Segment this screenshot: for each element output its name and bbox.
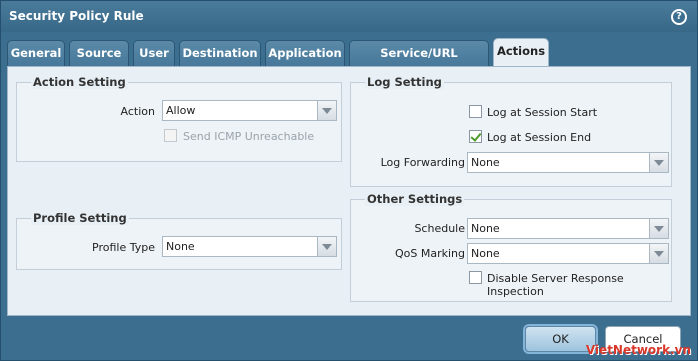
watermark: VietNetwork.vn (585, 343, 691, 357)
schedule-label: Schedule (414, 222, 465, 235)
help-icon[interactable]: ? (671, 9, 687, 25)
log-session-end-label: Log at Session End (487, 131, 592, 144)
log-forwarding-label: Log Forwarding (380, 156, 465, 169)
send-icmp-checkbox[interactable] (164, 129, 177, 142)
actions-panel: Action Setting Action Allow Send ICMP Un… (7, 66, 691, 316)
send-icmp-label: Send ICMP Unreachable (183, 130, 315, 143)
tab-application[interactable]: Application (265, 40, 345, 66)
action-value: Allow (166, 104, 196, 117)
schedule-select[interactable]: None (467, 218, 669, 239)
other-settings-legend: Other Settings (365, 192, 465, 206)
other-settings-group: Other Settings Schedule None QoS Marking… (350, 192, 672, 302)
action-select[interactable]: Allow (162, 100, 337, 121)
qos-marking-label: QoS Marking (394, 247, 465, 260)
profile-setting-group: Profile Setting Profile Type None (16, 211, 342, 270)
dialog-title: Security Policy Rule (9, 9, 144, 23)
log-session-start-label: Log at Session Start (487, 106, 598, 119)
title-bar[interactable]: Security Policy Rule ? (1, 1, 697, 32)
action-label: Action (120, 105, 155, 118)
chevron-down-icon[interactable] (649, 219, 668, 238)
log-setting-group: Log Setting Log at Session Start Log at … (350, 75, 672, 187)
tab-general[interactable]: General (7, 40, 65, 66)
tab-actions[interactable]: Actions (493, 38, 549, 67)
tab-source[interactable]: Source (69, 40, 129, 66)
chevron-down-icon[interactable] (649, 244, 668, 263)
profile-type-label: Profile Type (92, 241, 155, 254)
action-setting-legend: Action Setting (31, 75, 128, 89)
log-forwarding-value: None (471, 156, 500, 169)
profile-type-value: None (166, 240, 195, 253)
security-policy-rule-dialog: Security Policy Rule ? General Source Us… (0, 0, 698, 361)
tab-user[interactable]: User (133, 40, 175, 66)
chevron-down-icon[interactable] (317, 237, 336, 256)
qos-marking-select[interactable]: None (467, 243, 669, 264)
disable-server-response-inspection-label: Disable Server Response Inspection (487, 272, 624, 298)
tab-destination[interactable]: Destination (179, 40, 261, 66)
qos-marking-value: None (471, 247, 500, 260)
log-session-end-checkbox[interactable] (469, 130, 482, 143)
chevron-down-icon[interactable] (317, 101, 336, 120)
disable-server-response-inspection-checkbox[interactable] (469, 271, 482, 284)
action-setting-group: Action Setting Action Allow Send ICMP Un… (16, 75, 342, 162)
profile-setting-legend: Profile Setting (31, 211, 129, 225)
log-setting-legend: Log Setting (365, 75, 444, 89)
log-session-start-checkbox[interactable] (469, 105, 482, 118)
schedule-value: None (471, 222, 500, 235)
tab-service-url-category[interactable]: Service/URL Category (349, 40, 489, 84)
chevron-down-icon[interactable] (649, 153, 668, 172)
profile-type-select[interactable]: None (162, 236, 337, 257)
log-forwarding-select[interactable]: None (467, 152, 669, 173)
